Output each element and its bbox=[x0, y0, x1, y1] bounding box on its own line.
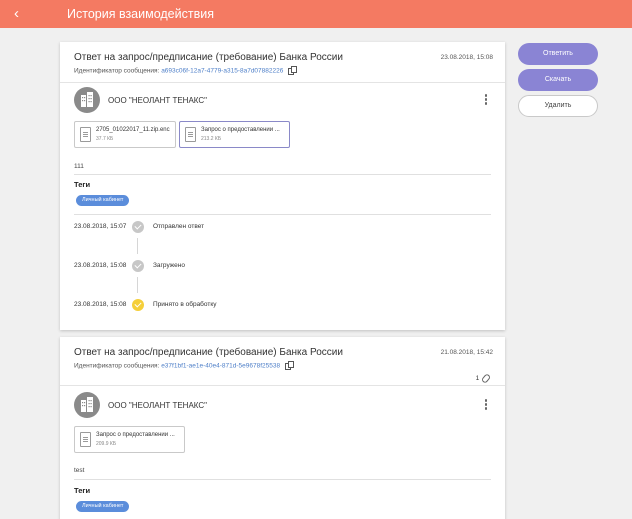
message-id-row: Идентификатор сообщения: e37f1bf1-ae1e-4… bbox=[74, 361, 294, 371]
tag-badge[interactable]: Личный кабинет bbox=[76, 501, 130, 512]
timeline-status: Загружено bbox=[153, 262, 185, 269]
copy-icon[interactable] bbox=[288, 66, 298, 76]
paperclip-icon bbox=[480, 373, 492, 384]
company-avatar bbox=[74, 87, 100, 113]
back-button[interactable]: ‹ bbox=[0, 0, 44, 28]
file-size: 209.9 КБ bbox=[96, 441, 117, 447]
message-title: Ответ на запрос/предписание (требование)… bbox=[74, 52, 343, 63]
attachments-count: 1 bbox=[475, 373, 492, 384]
message-id-label: Идентификатор сообщения: bbox=[74, 67, 160, 75]
delete-button[interactable]: Удалить bbox=[518, 95, 598, 117]
file-size: 37.7 КБ bbox=[96, 136, 114, 142]
check-icon bbox=[132, 260, 144, 272]
timeline-connector bbox=[137, 277, 138, 293]
message-card: Ответ на запрос/предписание (требование)… bbox=[60, 42, 505, 330]
timeline-date: 23.08.2018, 15:08 bbox=[74, 301, 127, 308]
message-title: Ответ на запрос/предписание (требование)… bbox=[74, 347, 343, 358]
company-avatar bbox=[74, 392, 100, 418]
message-date: 23.08.2018, 15:08 bbox=[440, 54, 493, 61]
file-icon bbox=[80, 432, 91, 447]
company-name: ООО "НЕОЛАНТ ТЕНАКС" bbox=[108, 401, 207, 410]
tag-badge[interactable]: Личный кабинет bbox=[76, 195, 130, 206]
timeline-connector bbox=[137, 238, 138, 254]
file-icon bbox=[80, 127, 91, 142]
file-attachment[interactable]: Запрос о предоставлении ... 213.2 КБ bbox=[179, 121, 290, 148]
file-name: Запрос о предоставлении ... bbox=[96, 432, 175, 438]
file-icon bbox=[185, 127, 196, 142]
file-name: Запрос о предоставлении ... bbox=[201, 127, 280, 133]
file-name: 2705_01022017_11.zip.enc bbox=[96, 127, 170, 133]
divider bbox=[74, 214, 491, 215]
message-date: 21.08.2018, 15:42 bbox=[440, 349, 493, 356]
message-id-value[interactable]: e37f1bf1-ae1e-40e4-871d-5e9678f25538 bbox=[161, 363, 280, 370]
divider bbox=[74, 479, 491, 480]
timeline-date: 23.08.2018, 15:07 bbox=[74, 223, 127, 230]
message-id-value[interactable]: a693c06f-12a7-4779-a315-8a7d07882226 bbox=[161, 68, 283, 75]
message-id-label: Идентификатор сообщения: bbox=[74, 362, 160, 370]
chevron-left-icon: ‹ bbox=[14, 5, 19, 22]
message-card: Ответ на запрос/предписание (требование)… bbox=[60, 337, 505, 519]
divider bbox=[60, 82, 505, 83]
message-text: test bbox=[74, 467, 85, 474]
download-button[interactable]: Скачать bbox=[518, 69, 598, 91]
divider bbox=[60, 385, 505, 386]
file-size: 213.2 КБ bbox=[201, 136, 222, 142]
more-menu-icon[interactable] bbox=[483, 94, 489, 108]
check-icon bbox=[132, 299, 144, 311]
divider bbox=[74, 174, 491, 175]
building-icon bbox=[81, 397, 93, 412]
more-menu-icon[interactable] bbox=[483, 399, 489, 413]
timeline-status: Принято в обработку bbox=[153, 301, 217, 308]
file-attachment[interactable]: 2705_01022017_11.zip.enc 37.7 КБ bbox=[74, 121, 176, 148]
company-name: ООО "НЕОЛАНТ ТЕНАКС" bbox=[108, 96, 207, 105]
top-bar: ‹ История взаимодействия bbox=[0, 0, 632, 28]
timeline-date: 23.08.2018, 15:08 bbox=[74, 262, 127, 269]
message-text: 111 bbox=[74, 163, 84, 170]
copy-icon[interactable] bbox=[284, 361, 294, 371]
reply-button[interactable]: Ответить bbox=[518, 43, 598, 65]
tags-heading: Теги bbox=[74, 180, 91, 189]
timeline-status: Отправлен ответ bbox=[153, 223, 205, 230]
attachments-count-value: 1 bbox=[475, 375, 480, 383]
tags-heading: Теги bbox=[74, 486, 91, 495]
file-attachment[interactable]: Запрос о предоставлении ... 209.9 КБ bbox=[74, 426, 185, 453]
message-id-row: Идентификатор сообщения: a693c06f-12a7-4… bbox=[74, 66, 298, 76]
check-icon bbox=[132, 221, 144, 233]
page-title: История взаимодействия bbox=[67, 7, 214, 21]
building-icon bbox=[81, 92, 93, 107]
